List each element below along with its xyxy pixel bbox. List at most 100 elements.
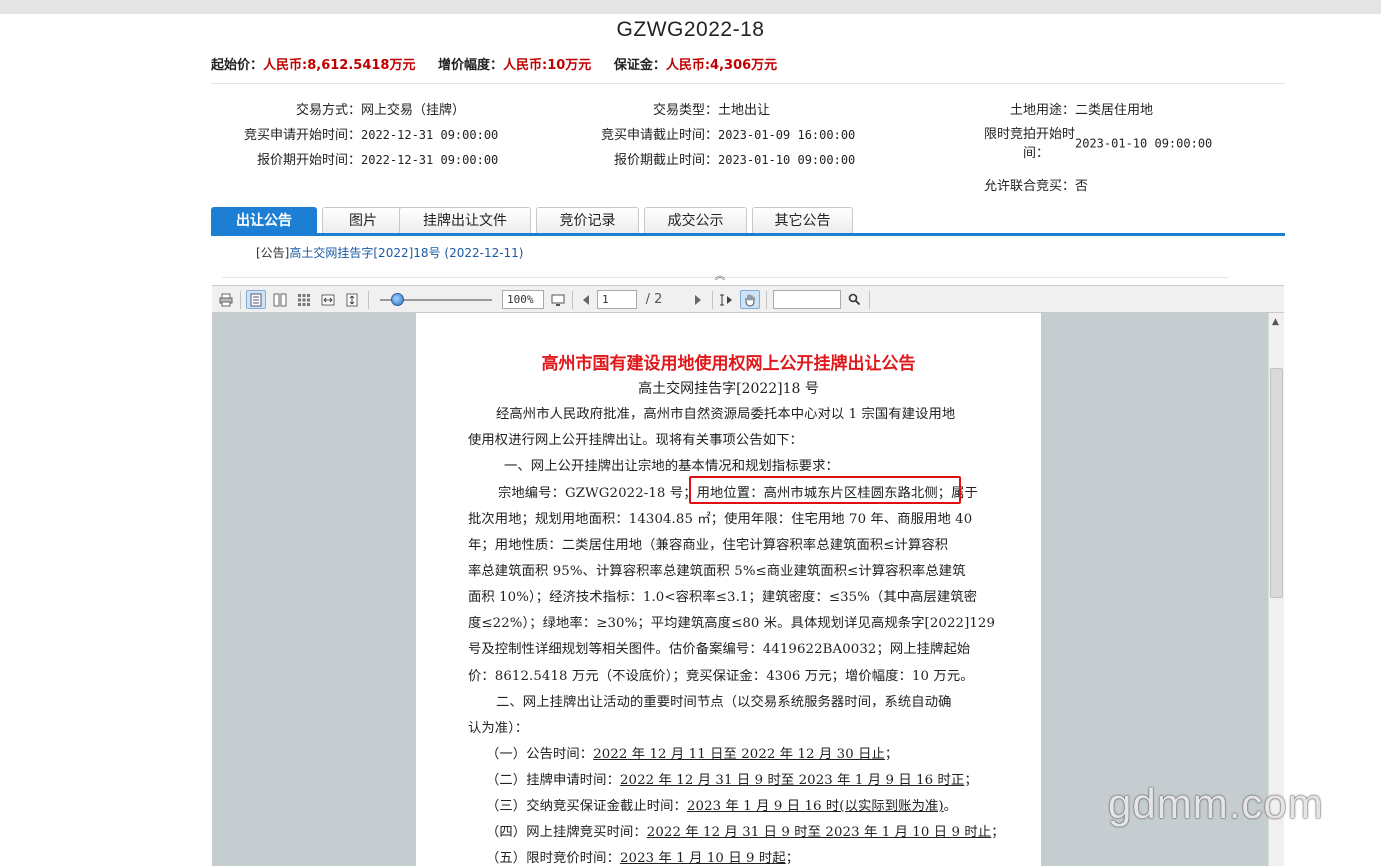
limit-start-label-line2: 间： [1022, 146, 1049, 161]
toolbar-separator [572, 291, 573, 309]
trade-mode-value: 网上交易（挂牌） [361, 103, 466, 118]
quote-start-value: 2022-12-31 09:00:00 [361, 153, 499, 167]
doc-paragraph-line: 一、网上公开挂牌出让宗地的基本情况和规划指标要求： [504, 459, 839, 474]
doc-paragraph-line: （一）公告时间：2022 年 12 月 11 日至 2022 年 12 月 30… [486, 747, 899, 762]
header-divider [211, 83, 1285, 84]
deposit-value: 人民币:4,306万元 [665, 58, 778, 73]
scrollbar-thumb[interactable] [1270, 368, 1283, 598]
tab-announcement[interactable]: 出让公告 [211, 207, 317, 234]
doc-paragraph-line: 经高州市人民政府批准，高州市自然资源局委托本中心对以 1 宗国有建设用地 [496, 407, 956, 422]
site-watermark: gdmm.com [1108, 780, 1324, 827]
toolbar-separator [712, 291, 713, 309]
quote-end-label: 报价期截止时间： [613, 153, 718, 168]
two-page-view-icon[interactable] [270, 290, 290, 309]
apply-end: 竞买申请截止时间：2023-01-09 16:00:00 [568, 124, 855, 143]
zoom-slider-knob[interactable] [391, 293, 404, 306]
increment-label: 增价幅度： [438, 58, 504, 73]
toolbar-separator [368, 291, 369, 309]
next-page-icon[interactable] [688, 290, 708, 309]
land-use-value: 二类居住用地 [1075, 103, 1154, 118]
page-total: / 2 [645, 292, 663, 307]
quote-end-value: 2023-01-10 09:00:00 [718, 153, 856, 167]
tab-listing-documents[interactable]: 挂牌出让文件 [399, 207, 531, 234]
doc-paragraph-line: 年；用地性质：二类居住用地（兼容商业，住宅计算容积率总建筑面积≤计算容积 [468, 538, 949, 553]
fit-height-icon[interactable] [342, 290, 362, 309]
thumbnail-grid-icon[interactable] [294, 290, 314, 309]
joint-bid-label: 允许联合竞买： [983, 179, 1075, 194]
print-icon[interactable] [216, 290, 236, 309]
doc-paragraph-line: 认为准）： [468, 721, 529, 736]
doc-paragraph-line: （五）限时竞价时间：2023 年 1 月 10 日 9 时起； [486, 851, 800, 866]
limit-start-value: 2023-01-10 09:00:00 [1075, 136, 1213, 151]
land-use: 土地用途：二类居住用地 [925, 99, 1153, 118]
apply-start-value: 2022-12-31 09:00:00 [361, 128, 499, 142]
toolbar-separator [869, 291, 870, 309]
scroll-up-icon[interactable]: ▲ [1272, 317, 1279, 327]
doc-paragraph-line: 率总建筑面积 95%、计算容积率总建筑面积 5%≤商业建筑面积≤计算容积率总建筑 [468, 564, 966, 579]
doc-paragraph-line: 批次用地；规划用地面积：14304.85 ㎡；使用年限：住宅用地 70 年、商服… [468, 512, 973, 527]
browser-top-strip [0, 0, 1381, 14]
deposit-label: 保证金： [613, 58, 666, 73]
doc-paragraph-line: 面积 10%）；经济技术指标：1.0<容积率≤3.1；建筑密度：≤35%（其中高… [468, 590, 978, 605]
tab-images[interactable]: 图片 [322, 207, 404, 234]
start-price-label: 起始价： [211, 58, 264, 73]
double-chevron-up-icon[interactable]: ︽ [715, 269, 726, 282]
apply-start-label: 竞买申请开始时间： [243, 128, 361, 143]
trade-type: 交易类型：土地出让 [568, 99, 770, 118]
doc-paragraph-line: （四）网上挂牌竞买时间：2022 年 12 月 31 日 9 时至 2023 年… [486, 825, 1005, 840]
announcement-prefix: [公告] [256, 246, 290, 260]
start-price-value: 人民币:8,612.5418万元 [263, 58, 416, 73]
tab-deal-publicity[interactable]: 成交公示 [644, 207, 747, 234]
search-input[interactable] [773, 290, 841, 309]
quote-start-label: 报价期开始时间： [256, 153, 361, 168]
apply-end-value: 2023-01-09 16:00:00 [718, 128, 856, 142]
location-highlight-box [689, 476, 961, 504]
limit-start-label: 限时竞拍开始时 间： [975, 125, 1075, 163]
page-title: GZWG2022-18 [616, 18, 765, 41]
doc-paragraph-line: （二）挂牌申请时间：2022 年 12 月 31 日 9 时至 2023 年 1… [486, 773, 978, 788]
doc-paragraph-line: 度≤22%）；绿地率：≥30%；平均建筑高度≤80 米。具体规划详见高规条字[2… [468, 616, 996, 631]
doc-paragraph-line: 号及控制性详细规划等相关图件。估价备案编号：4419622BA0032；网上挂牌… [468, 642, 971, 657]
price-summary: 起始价：人民币:8,612.5418万元 增价幅度：人民币:10万元 保证金：人… [211, 54, 795, 73]
tab-bid-records[interactable]: 竞价记录 [536, 207, 639, 234]
document-subtitle: 高土交网挂告字[2022]18 号 [638, 381, 819, 397]
apply-start: 竞买申请开始时间：2022-12-31 09:00:00 [211, 124, 498, 143]
announcement-item: [公告]高土交网挂告字[2022]18号 (2022-12-11) [256, 244, 524, 261]
tab-other-announcements[interactable]: 其它公告 [752, 207, 853, 234]
joint-bid-value: 否 [1075, 179, 1089, 194]
collapse-toggle[interactable]: ︽ [620, 267, 820, 282]
doc-paragraph-line: 使用权进行网上公开挂牌出让。现将有关事项公告如下： [468, 433, 803, 448]
trade-type-label: 交易类型： [652, 103, 718, 118]
pdf-toolbar: 100% 1 / 2 [212, 285, 1284, 313]
limit-start-label-line1: 限时竞拍开始时 [983, 127, 1075, 142]
increment-value: 人民币:10万元 [503, 58, 592, 73]
joint-bid: 允许联合竞买：否 [925, 175, 1088, 194]
announcement-link[interactable]: 高土交网挂告字[2022]18号 [289, 246, 440, 260]
quote-start: 报价期开始时间：2022-12-31 09:00:00 [211, 149, 498, 168]
land-use-label: 土地用途： [1009, 103, 1075, 118]
trade-mode: 交易方式：网上交易（挂牌） [211, 99, 465, 118]
fit-width-icon[interactable] [318, 290, 338, 309]
trade-type-value: 土地出让 [718, 103, 771, 118]
page-number-input[interactable]: 1 [597, 290, 637, 309]
announcement-date: (2022-12-11) [444, 246, 524, 260]
doc-paragraph-line: 二、网上挂牌出让活动的重要时间节点（以交易系统服务器时间，系统自动确 [496, 695, 952, 710]
toolbar-separator [240, 291, 241, 309]
zoom-input[interactable]: 100% [502, 290, 544, 309]
quote-end: 报价期截止时间：2023-01-10 09:00:00 [568, 149, 855, 168]
previous-page-icon[interactable] [576, 290, 596, 309]
tab-underline [211, 233, 1285, 236]
text-select-icon[interactable] [716, 290, 736, 309]
trade-mode-label: 交易方式： [295, 103, 361, 118]
search-icon[interactable] [844, 290, 864, 309]
single-page-view-icon[interactable] [246, 290, 266, 309]
monitor-icon[interactable] [548, 290, 568, 309]
apply-end-label: 竞买申请截止时间： [600, 128, 718, 143]
doc-paragraph-line: 价：8612.5418 万元（不设底价）；竞买保证金：4306 万元；增价幅度：… [468, 669, 974, 684]
pdf-page: 高州市国有建设用地使用权网上公开挂牌出让公告 高土交网挂告字[2022]18 号… [416, 313, 1041, 866]
document-title: 高州市国有建设用地使用权网上公开挂牌出让公告 [541, 354, 916, 374]
limit-start: 限时竞拍开始时 间： 2023-01-10 09:00:00 [975, 125, 1212, 163]
toolbar-separator [766, 291, 767, 309]
doc-paragraph-line: （三）交纳竞买保证金截止时间：2023 年 1 月 9 日 16 时(以实际到账… [486, 799, 958, 814]
hand-tool-icon[interactable] [740, 290, 760, 309]
